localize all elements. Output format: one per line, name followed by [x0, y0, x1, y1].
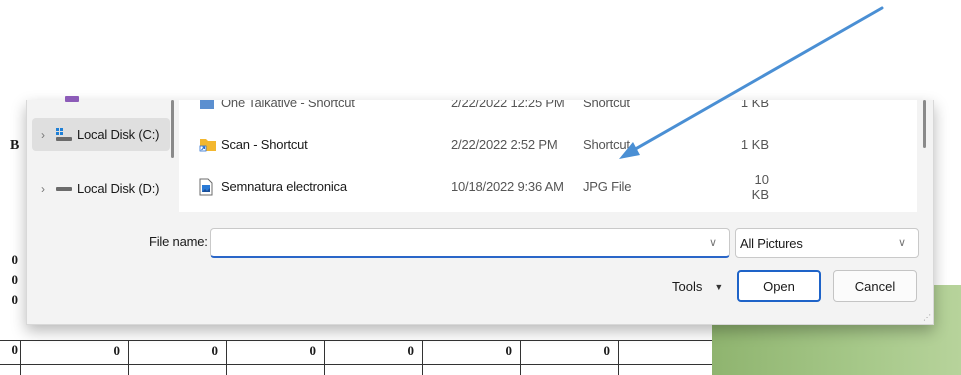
annotation-arrow: [619, 6, 884, 159]
